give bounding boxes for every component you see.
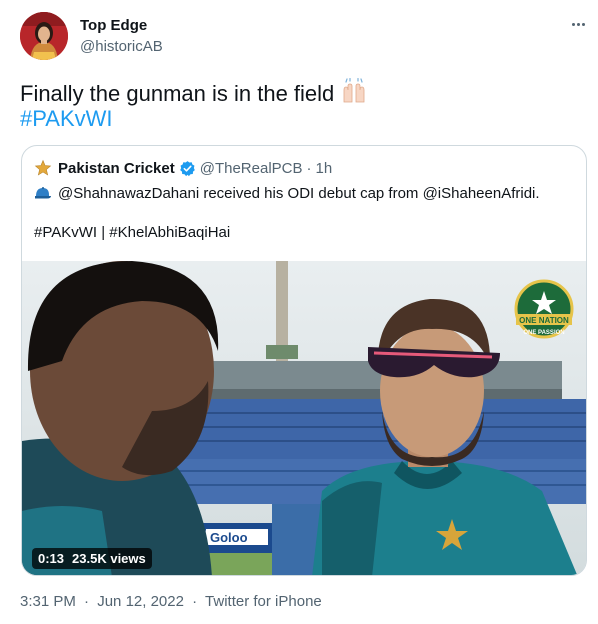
avatar[interactable] xyxy=(20,12,68,60)
svg-text:Goloo: Goloo xyxy=(210,530,248,545)
tweet-footer: 3:31 PM · Jun 12, 2022 · Twitter for iPh… xyxy=(20,593,322,610)
clap-icon xyxy=(340,77,368,110)
quoted-tweet-header: Pakistan Cricket @TheRealPCB · 1h xyxy=(34,158,332,178)
video-thumbnail: pepsi Goloo xyxy=(22,261,586,575)
video-duration: 0:13 xyxy=(38,551,65,566)
cap-icon xyxy=(35,187,51,199)
verified-icon xyxy=(179,160,195,176)
tweet-time[interactable]: 3:31 PM xyxy=(20,593,76,610)
quoted-author-handle[interactable]: @TheRealPCB xyxy=(200,160,303,177)
quoted-tweet-card[interactable]: Pakistan Cricket @TheRealPCB · 1h @Shahn… xyxy=(21,145,587,576)
video-player[interactable]: pepsi Goloo xyxy=(22,261,586,575)
quoted-tweet-hashtags: #PAKvWI | #KhelAbhiBaqiHai xyxy=(34,224,231,241)
tweet-source[interactable]: Twitter for iPhone xyxy=(205,593,322,610)
footer-separator-2: · xyxy=(192,593,198,610)
tweet-text-body: Finally the gunman is in the field xyxy=(20,81,335,106)
author-handle[interactable]: @historicAB xyxy=(80,38,163,55)
quoted-author-name[interactable]: Pakistan Cricket xyxy=(58,160,175,177)
tweet-date[interactable]: Jun 12, 2022 xyxy=(97,593,184,610)
video-views: 23.5K views xyxy=(72,551,146,566)
tweet: Top Edge @historicAB Finally the gunman … xyxy=(0,0,598,624)
star-icon xyxy=(34,159,52,176)
footer-separator: · xyxy=(84,593,90,610)
quoted-separator: · xyxy=(306,159,312,177)
quoted-tweet-text: @ShahnawazDahani received his ODI debut … xyxy=(34,184,540,204)
author-name[interactable]: Top Edge xyxy=(80,17,147,34)
quoted-timestamp[interactable]: 1h xyxy=(316,160,333,177)
more-icon[interactable] xyxy=(566,14,590,34)
video-badge-text: ONE NATION xyxy=(519,316,569,325)
video-stats-overlay: 0:13 23.5K views xyxy=(32,548,152,569)
quoted-tweet-body: @ShahnawazDahani received his ODI debut … xyxy=(58,185,540,202)
video-badge-subtext: ONE PASSION xyxy=(523,330,564,336)
tweet-hashtag[interactable]: #PAKvWI xyxy=(20,106,113,132)
